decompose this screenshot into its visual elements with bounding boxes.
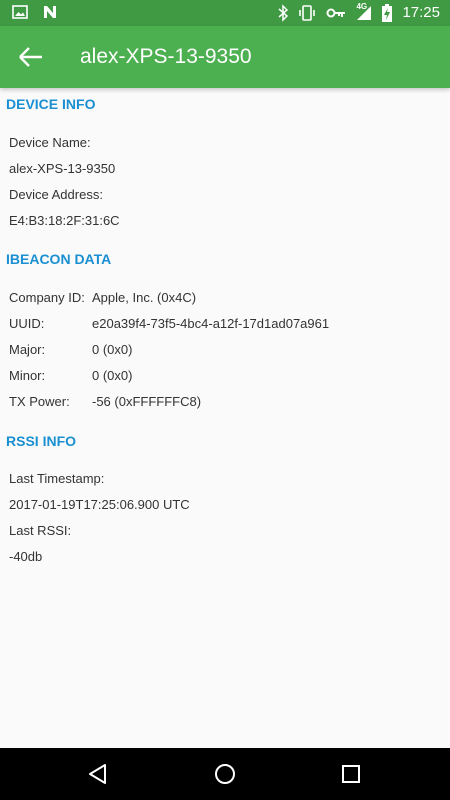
image-icon (12, 4, 28, 20)
major-value: 0 (0x0) (92, 342, 133, 357)
company-id-value: Apple, Inc. (0x4C) (92, 290, 197, 305)
device-address-label: Device Address: (9, 187, 103, 202)
last-rssi-value: -40db (9, 549, 43, 564)
signal-4g-icon: 4G (356, 2, 372, 22)
clock: 17:25 (402, 4, 440, 21)
device-name-label: Device Name: (9, 135, 91, 150)
company-id-label: Company ID: (9, 290, 85, 305)
arrow-back-icon[interactable] (18, 45, 44, 69)
battery-charging-icon (382, 4, 393, 22)
n-notification-icon (42, 4, 58, 20)
minor-label: Minor: (9, 368, 46, 383)
last-timestamp-value: 2017-01-19T17:25:06.900 UTC (9, 497, 190, 512)
page-title: alex-XPS-13-9350 (80, 45, 252, 68)
section-title-ibeacon-data: IBEACON DATA (6, 251, 112, 267)
tx-power-value: -56 (0xFFFFFFC8) (92, 394, 202, 409)
home-circle-icon[interactable] (213, 762, 237, 786)
minor-value: 0 (0x0) (92, 368, 133, 383)
section-title-rssi-info: RSSI INFO (6, 433, 77, 449)
last-rssi-label: Last RSSI: (9, 523, 72, 538)
major-label: Major: (9, 342, 46, 357)
section-title-device-info: DEVICE INFO (6, 96, 96, 112)
device-name-value: alex-XPS-13-9350 (9, 161, 116, 176)
key-icon (326, 7, 346, 19)
signal-label: 4G (356, 2, 368, 11)
device-address-value: E4:B3:18:2F:31:6C (9, 213, 120, 228)
last-timestamp-label: Last Timestamp: (9, 471, 105, 486)
uuid-label: UUID: (9, 316, 45, 331)
recents-square-icon[interactable] (339, 762, 363, 786)
back-triangle-icon[interactable] (86, 762, 110, 786)
app-bar: alex-XPS-13-9350 (0, 26, 450, 88)
uuid-value: e20a39f4-73f5-4bc4-a12f-17d1ad07a961 (92, 316, 330, 331)
vibrate-icon (298, 4, 316, 22)
bluetooth-icon (278, 4, 289, 22)
tx-power-label: TX Power: (9, 394, 70, 409)
status-bar: 4G 17:25 (0, 0, 450, 26)
navigation-bar (0, 748, 450, 800)
